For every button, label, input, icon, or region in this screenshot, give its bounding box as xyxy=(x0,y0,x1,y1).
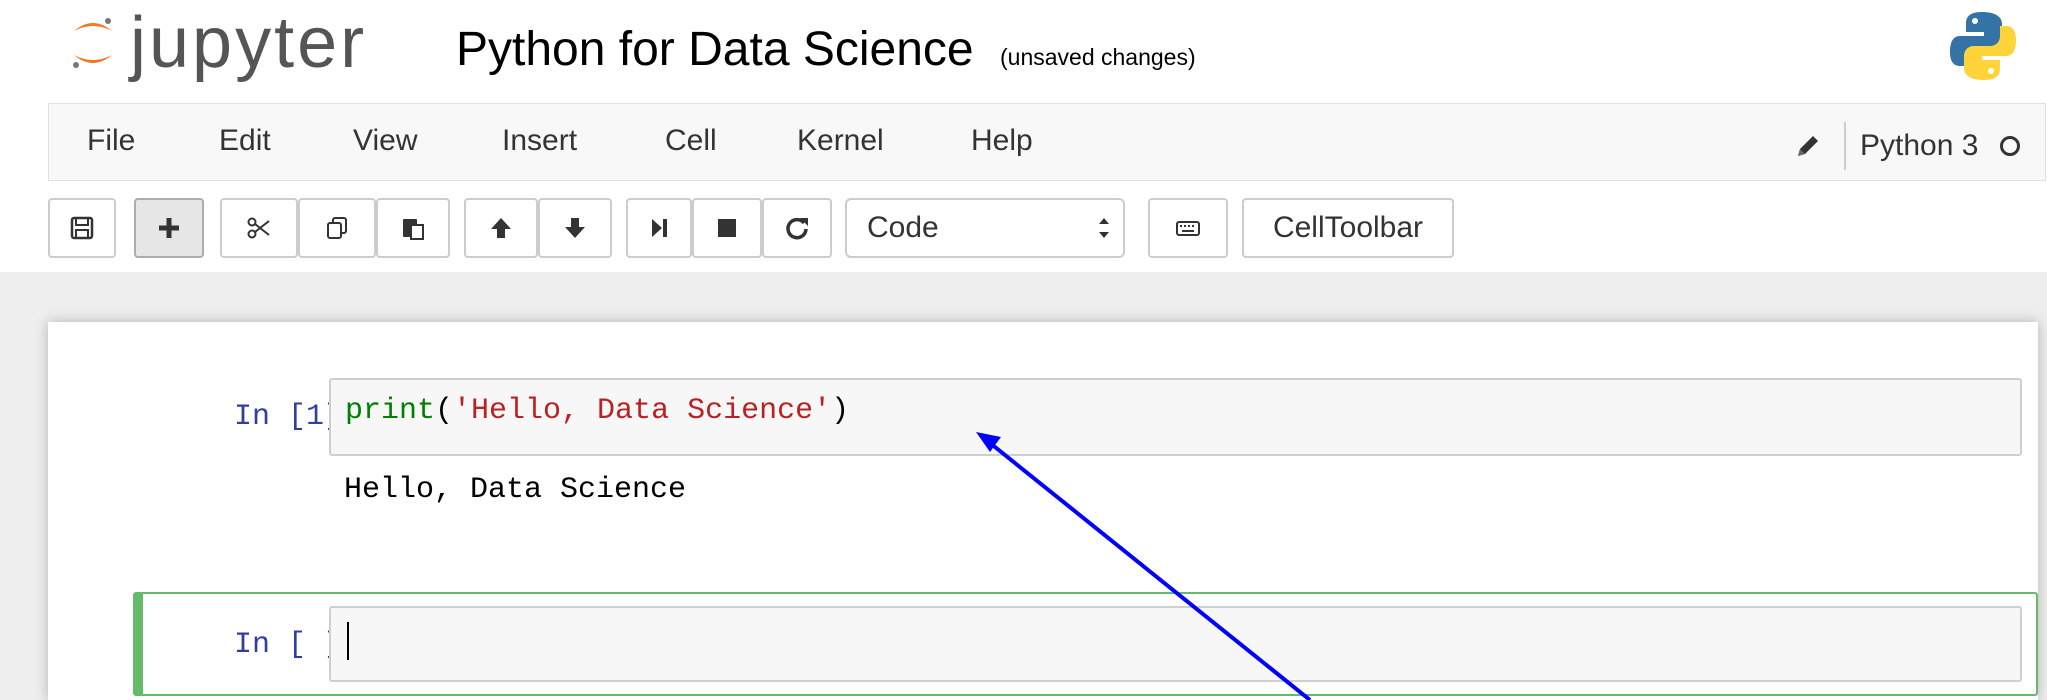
annotation-arrow xyxy=(976,432,1312,700)
